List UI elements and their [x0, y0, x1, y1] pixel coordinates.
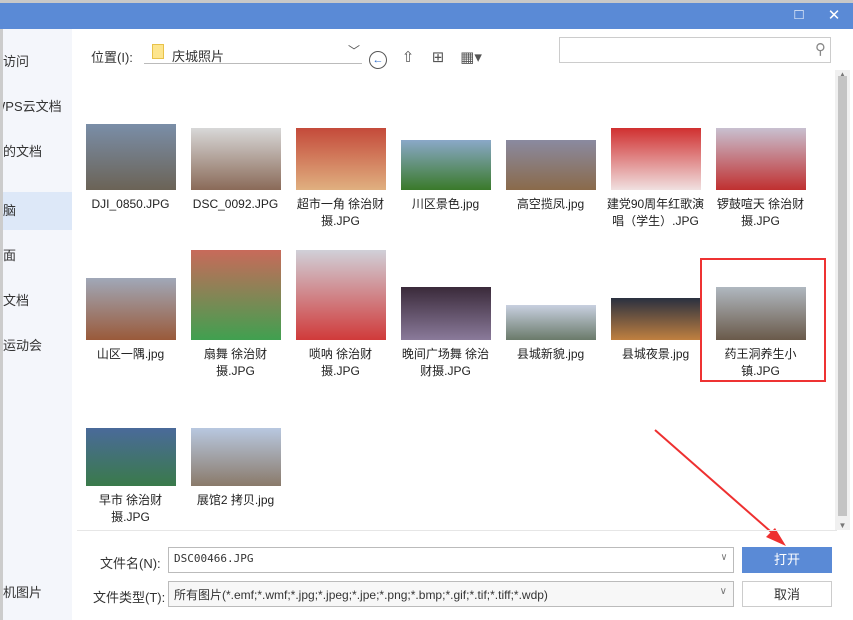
filetype-label: 文件类型(T): [93, 590, 166, 605]
cancel-button[interactable]: 取消 [742, 581, 832, 607]
red-arrow-annotation [654, 429, 786, 546]
filename-label: 文件名(N): [100, 556, 161, 571]
open-button[interactable]: 打开 [742, 547, 832, 573]
divider [77, 530, 837, 531]
chevron-down-icon[interactable]: ∨ [721, 552, 727, 563]
filetype-select[interactable]: 所有图片(*.emf;*.wmf;*.jpg;*.jpeg;*.jpe;*.pn… [168, 581, 734, 607]
chevron-down-icon[interactable]: ∨ [720, 586, 727, 597]
filename-value: DSC00466.JPG [174, 552, 254, 565]
filename-input[interactable]: DSC00466.JPG ∨ [168, 547, 734, 573]
filetype-value: 所有图片(*.emf;*.wmf;*.jpg;*.jpeg;*.jpe;*.pn… [174, 588, 548, 602]
